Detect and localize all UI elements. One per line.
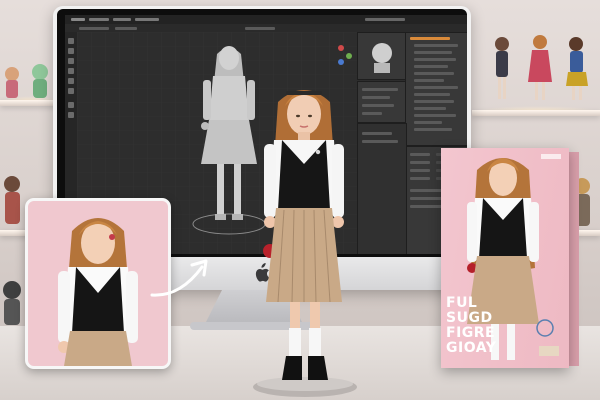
- outliner-item[interactable]: [414, 100, 454, 103]
- select-tool-icon[interactable]: [68, 38, 74, 44]
- certification-seal-icon: [536, 319, 554, 337]
- outliner-item[interactable]: [414, 114, 456, 117]
- shelf-figurines-left: [5, 64, 48, 98]
- box-title-line: FUL: [446, 295, 478, 311]
- box-title-line: FIGRE: [446, 325, 496, 341]
- outliner-item[interactable]: [414, 51, 452, 54]
- outliner-item[interactable]: [414, 86, 458, 89]
- outliner-item[interactable]: [414, 58, 456, 61]
- figurine-model: [253, 90, 357, 397]
- headband: [286, 91, 322, 95]
- product-composite-scene: FUL SUGD FIGRE GIOAY: [0, 0, 600, 400]
- annotate-tool-icon[interactable]: [68, 102, 74, 108]
- header-bar[interactable]: [65, 24, 467, 32]
- shelf-right-top: [472, 110, 600, 116]
- move-tool-icon[interactable]: [68, 58, 74, 64]
- box-title-line: GIOAY: [446, 340, 497, 356]
- outliner-item[interactable]: [414, 93, 450, 96]
- outliner-item[interactable]: [414, 72, 454, 75]
- outliner-panel[interactable]: [405, 32, 467, 146]
- outliner-item[interactable]: [414, 128, 452, 131]
- outliner-item[interactable]: [414, 107, 446, 110]
- preview-panel: [357, 32, 407, 80]
- top-menu-bar[interactable]: [65, 15, 467, 24]
- measure-tool-icon[interactable]: [68, 112, 74, 118]
- scale-tool-icon[interactable]: [68, 78, 74, 84]
- reference-photo-girl: [58, 218, 138, 366]
- shelf-figurines-right: [495, 35, 588, 100]
- outliner-item[interactable]: [414, 121, 442, 124]
- outliner-selected-item[interactable]: [410, 37, 450, 40]
- outliner-item[interactable]: [414, 79, 444, 82]
- box-title-text: FUL SUGD FIGRE GIOAY: [446, 296, 504, 356]
- cursor-tool-icon[interactable]: [68, 48, 74, 54]
- transform-arrow-icon: [150, 259, 208, 297]
- brand-logo-icon: [539, 346, 559, 356]
- outliner-item[interactable]: [414, 44, 458, 47]
- transform-tool-icon[interactable]: [68, 88, 74, 94]
- outliner-item[interactable]: [414, 65, 448, 68]
- product-box-side: [569, 152, 579, 366]
- head-preview-thumbnail: [372, 43, 392, 73]
- shelf-figurine-left-low: [3, 281, 21, 325]
- box-title-line: SUGD: [446, 310, 493, 326]
- rotate-tool-icon[interactable]: [68, 68, 74, 74]
